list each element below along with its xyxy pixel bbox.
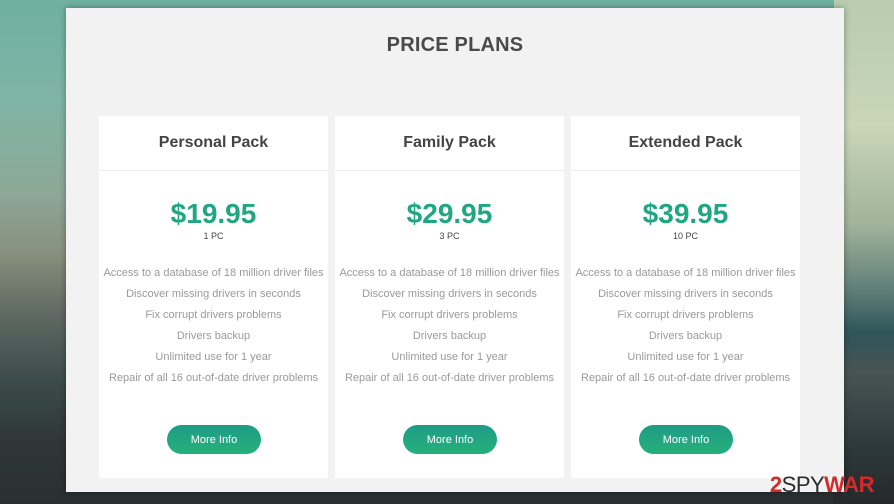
plan-card-family: Family Pack $29.95 3 PC Access to a data… xyxy=(335,116,564,478)
plan-units: 10 PC xyxy=(672,231,698,241)
feature-item: Discover missing drivers in seconds xyxy=(126,288,301,300)
feature-item: Fix corrupt drivers problems xyxy=(381,309,518,321)
more-info-button[interactable]: More Info xyxy=(403,425,497,454)
more-info-button[interactable]: More Info xyxy=(639,425,733,454)
plan-name: Extended Pack xyxy=(571,116,800,171)
feature-item: Drivers backup xyxy=(176,330,251,342)
feature-item: Discover missing drivers in seconds xyxy=(362,288,537,300)
plan-card-personal: Personal Pack $19.95 1 PC Access to a da… xyxy=(99,116,328,478)
watermark-middle: SPY xyxy=(781,472,825,497)
plan-name: Personal Pack xyxy=(99,116,328,171)
plan-price: $29.95 xyxy=(406,198,493,229)
feature-item: Unlimited use for 1 year xyxy=(627,351,744,363)
watermark-suffix: WAR xyxy=(824,472,874,497)
feature-item: Unlimited use for 1 year xyxy=(155,351,272,363)
feature-list: Access to a database of 18 million drive… xyxy=(335,263,564,389)
plan-units: 1 PC xyxy=(203,231,224,241)
plan-card-extended: Extended Pack $39.95 10 PC Access to a d… xyxy=(571,116,800,478)
feature-list: Access to a database of 18 million drive… xyxy=(99,263,328,389)
page-title: PRICE PLANS xyxy=(386,34,524,56)
feature-item: Access to a database of 18 million drive… xyxy=(339,267,560,279)
pricing-panel: PRICE PLANS Personal Pack $19.95 1 PC Ac… xyxy=(66,8,844,492)
feature-item: Repair of all 16 out-of-date driver prob… xyxy=(580,372,791,384)
watermark-prefix: 2 xyxy=(769,472,782,497)
plan-price: $39.95 xyxy=(642,198,729,229)
plan-price: $19.95 xyxy=(170,198,257,229)
feature-item: Repair of all 16 out-of-date driver prob… xyxy=(108,372,319,384)
feature-item: Access to a database of 18 million drive… xyxy=(103,267,324,279)
feature-item: Discover missing drivers in seconds xyxy=(598,288,773,300)
feature-item: Drivers backup xyxy=(412,330,487,342)
plan-name: Family Pack xyxy=(335,116,564,171)
more-info-button[interactable]: More Info xyxy=(167,425,261,454)
feature-item: Unlimited use for 1 year xyxy=(391,351,508,363)
feature-item: Fix corrupt drivers problems xyxy=(145,309,282,321)
feature-item: Drivers backup xyxy=(648,330,723,342)
feature-item: Fix corrupt drivers problems xyxy=(617,309,754,321)
plan-units: 3 PC xyxy=(439,231,460,241)
feature-item: Repair of all 16 out-of-date driver prob… xyxy=(344,372,555,384)
watermark-logo: 2SPYWAR xyxy=(769,472,875,498)
feature-item: Access to a database of 18 million drive… xyxy=(575,267,796,279)
feature-list: Access to a database of 18 million drive… xyxy=(571,263,800,389)
